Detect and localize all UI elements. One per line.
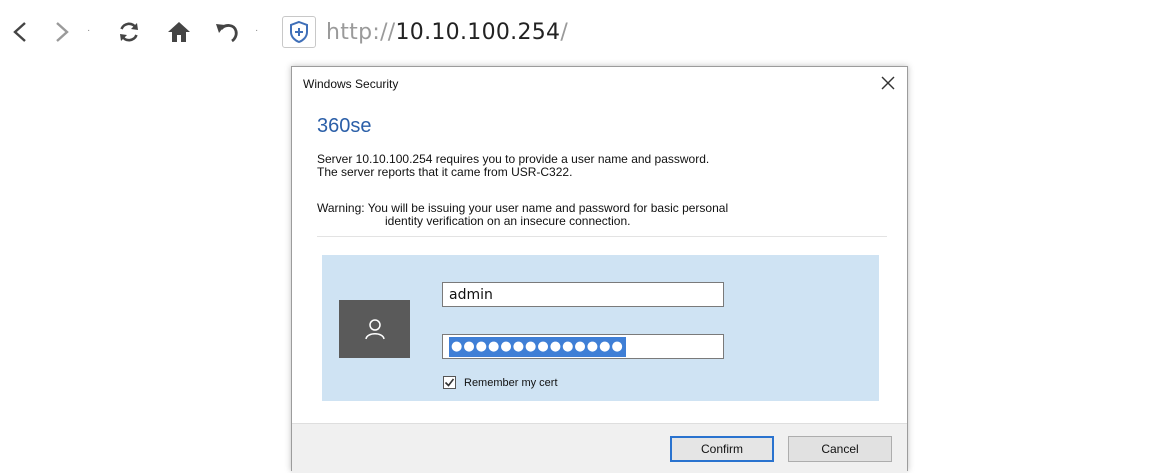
server-message: Server 10.10.100.254 requires you to pro… <box>317 153 887 179</box>
avatar <box>339 300 410 358</box>
app-name: 360se <box>317 115 372 137</box>
back-button[interactable] <box>6 14 34 50</box>
username-field[interactable]: admin <box>442 282 724 307</box>
close-icon <box>881 76 895 90</box>
password-field[interactable]: ●●●●●●●●●●●●●● <box>442 334 724 359</box>
forward-button[interactable] <box>48 14 76 50</box>
url-host: 10.10.100.254 <box>395 19 561 45</box>
browser-toolbar: · · http://10.10.100.254/ <box>0 0 1168 66</box>
cancel-button[interactable]: Cancel <box>788 436 892 462</box>
url-scheme: http:// <box>326 19 396 45</box>
warning-message: Warning: You will be issuing your user n… <box>317 202 887 228</box>
confirm-button[interactable]: Confirm <box>670 436 774 462</box>
site-security-button[interactable] <box>282 16 316 48</box>
undo-icon <box>216 24 238 43</box>
credential-panel: admin ●●●●●●●●●●●●●● Remember my cert <box>322 255 879 401</box>
remember-cert-checkbox[interactable]: Remember my cert <box>443 376 558 389</box>
remember-cert-label: Remember my cert <box>464 376 558 389</box>
password-value: ●●●●●●●●●●●●●● <box>449 336 626 357</box>
address-bar[interactable]: http://10.10.100.254/ <box>326 14 1156 50</box>
user-icon <box>364 319 385 340</box>
refresh-button[interactable] <box>113 14 145 50</box>
refresh-icon <box>120 22 138 42</box>
dialog-title: Windows Security <box>303 77 399 91</box>
divider <box>317 236 887 237</box>
close-button[interactable] <box>876 71 900 95</box>
chevron-right-icon <box>56 22 69 42</box>
checkbox-box[interactable] <box>443 376 456 389</box>
chevron-left-icon <box>13 22 26 42</box>
warning-line-2: identity verification on an insecure con… <box>385 214 631 228</box>
dialog-footer: Confirm Cancel <box>292 423 907 473</box>
undo-button[interactable] <box>210 14 244 50</box>
shield-plus-icon <box>290 20 308 44</box>
windows-security-dialog: Windows Security 360se Server 10.10.100.… <box>291 66 908 473</box>
undo-history-dropdown[interactable]: · <box>255 26 261 36</box>
checkmark-icon <box>444 378 455 387</box>
home-button[interactable] <box>163 14 195 50</box>
home-icon <box>168 22 190 42</box>
warning-line-1: Warning: You will be issuing your user n… <box>317 201 729 215</box>
username-value: admin <box>449 286 493 303</box>
server-message-line-2: The server reports that it came from USR… <box>317 165 573 179</box>
url-path: / <box>560 19 569 45</box>
forward-history-dropdown[interactable]: · <box>87 26 93 36</box>
